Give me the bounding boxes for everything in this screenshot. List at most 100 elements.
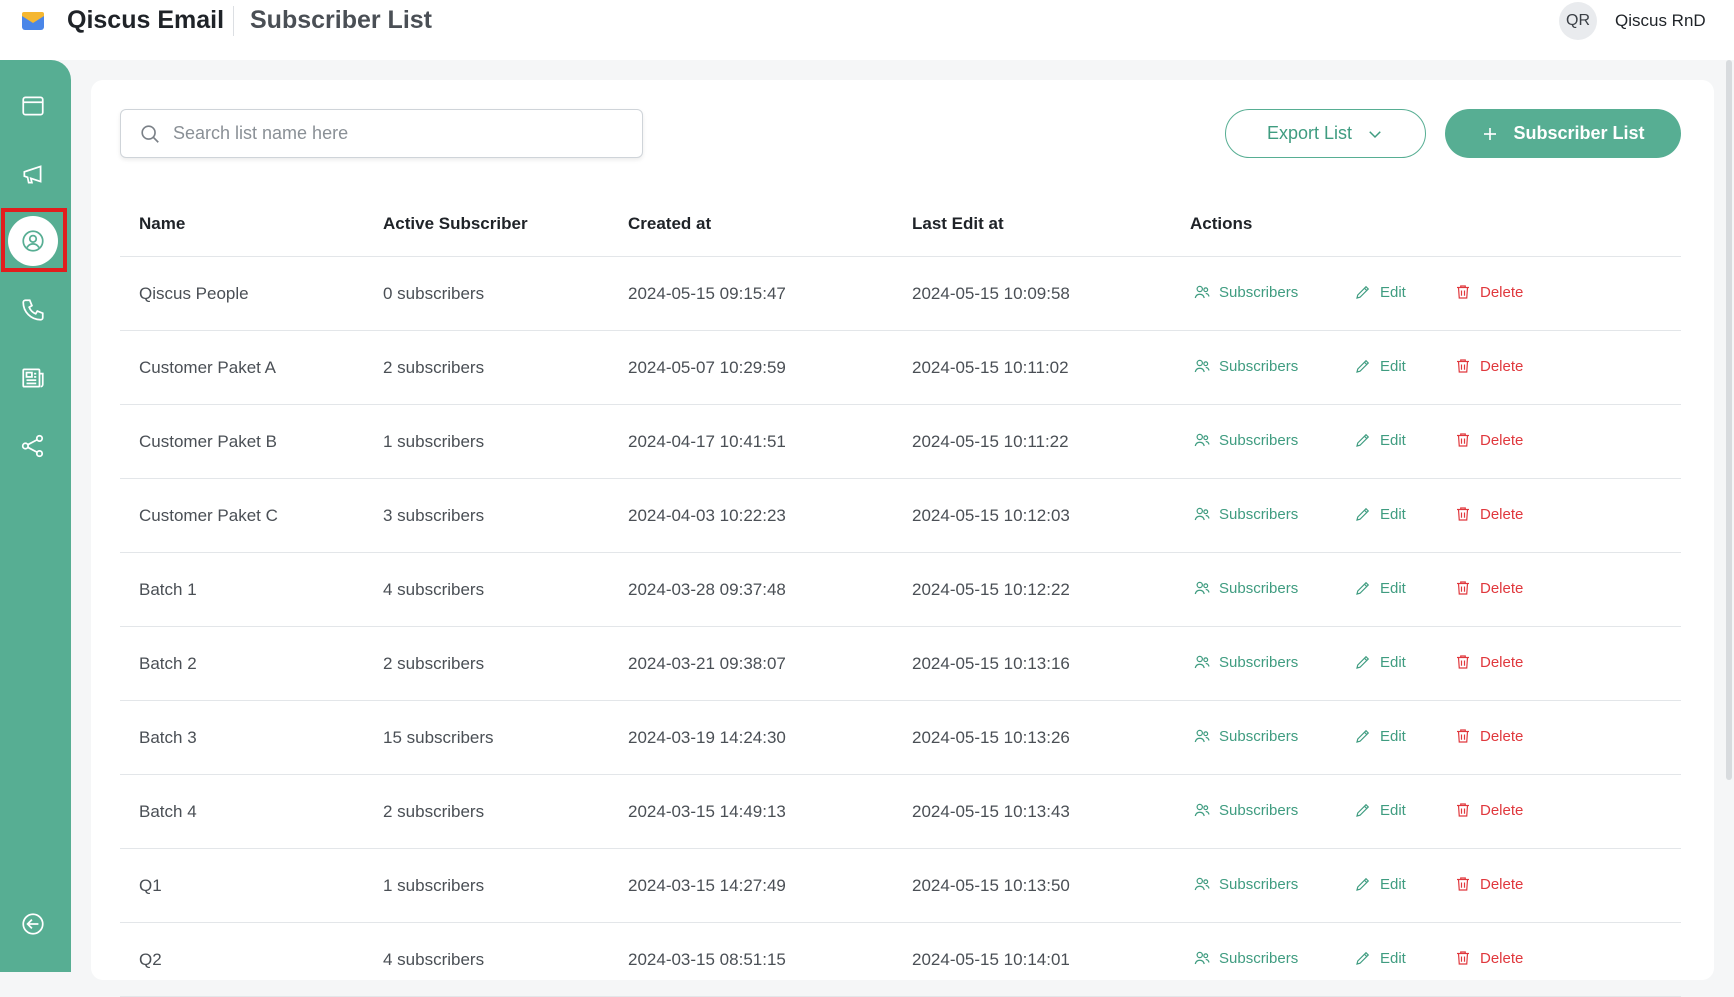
delete-action-button[interactable]: Delete xyxy=(1454,431,1523,449)
app-title: Qiscus Email xyxy=(67,6,225,34)
delete-action-button[interactable]: Delete xyxy=(1454,727,1523,745)
cell-last-edit-at: 2024-05-15 10:14:01 xyxy=(912,950,1070,969)
search-box[interactable] xyxy=(120,109,643,158)
sidebar-item-subscribers[interactable] xyxy=(8,216,58,266)
edit-action-label: Edit xyxy=(1380,283,1406,301)
subscribers-action-label: Subscribers xyxy=(1219,357,1299,375)
subscribers-action-label: Subscribers xyxy=(1219,875,1299,893)
subscribers-action-button[interactable]: Subscribers xyxy=(1193,431,1298,449)
sidebar-item-phone[interactable] xyxy=(10,287,56,333)
table-row: Batch 1 4 subscribers 2024-03-28 09:37:4… xyxy=(120,553,1681,627)
delete-action-button[interactable]: Delete xyxy=(1454,357,1523,375)
cell-name: Customer Paket C xyxy=(139,506,278,525)
cell-active-subscriber: 2 subscribers xyxy=(383,802,485,821)
edit-action-label: Edit xyxy=(1380,727,1406,745)
subscribers-action-button[interactable]: Subscribers xyxy=(1193,801,1298,819)
cell-created-at: 2024-03-15 14:49:13 xyxy=(628,802,786,821)
users-icon xyxy=(1194,729,1210,743)
user-name[interactable]: Qiscus RnD xyxy=(1615,11,1706,31)
delete-action-button[interactable]: Delete xyxy=(1454,579,1523,597)
edit-action-button[interactable]: Edit xyxy=(1354,283,1406,301)
subscribers-action-label: Subscribers xyxy=(1219,283,1299,301)
collapse-sidebar-button[interactable] xyxy=(10,901,56,947)
edit-action-button[interactable]: Edit xyxy=(1354,653,1406,671)
delete-action-button[interactable]: Delete xyxy=(1454,801,1523,819)
plus-icon xyxy=(1484,127,1497,140)
sidebar-item-campaign[interactable] xyxy=(10,151,56,197)
pencil-icon xyxy=(1356,581,1370,595)
edit-action-label: Edit xyxy=(1380,431,1406,449)
delete-action-button[interactable]: Delete xyxy=(1454,949,1523,967)
pencil-icon xyxy=(1356,729,1370,743)
edit-action-button[interactable]: Edit xyxy=(1354,875,1406,893)
avatar[interactable]: QR xyxy=(1559,2,1597,40)
cell-name: Batch 3 xyxy=(139,728,197,747)
add-subscriber-list-button[interactable]: Subscriber List xyxy=(1445,109,1681,158)
subscribers-action-button[interactable]: Subscribers xyxy=(1193,653,1298,671)
cell-last-edit-at: 2024-05-15 10:13:43 xyxy=(912,802,1070,821)
cell-last-edit-at: 2024-05-15 10:12:22 xyxy=(912,580,1070,599)
users-icon xyxy=(1194,803,1210,817)
subscribers-action-button[interactable]: Subscribers xyxy=(1193,727,1298,745)
edit-action-label: Edit xyxy=(1380,357,1406,375)
cell-active-subscriber: 1 subscribers xyxy=(383,432,485,451)
table-row: Batch 2 2 subscribers 2024-03-21 09:38:0… xyxy=(120,627,1681,701)
sidebar xyxy=(0,60,71,972)
cell-created-at: 2024-03-15 14:27:49 xyxy=(628,876,786,895)
trash-icon xyxy=(1457,581,1469,595)
page-scrollbar[interactable] xyxy=(1726,60,1732,780)
subscribers-action-label: Subscribers xyxy=(1219,801,1299,819)
search-icon xyxy=(141,125,159,143)
sidebar-item-integrations[interactable] xyxy=(10,423,56,469)
cell-last-edit-at: 2024-05-15 10:13:50 xyxy=(912,876,1070,895)
cell-created-at: 2024-03-19 14:24:30 xyxy=(628,728,786,747)
export-list-button[interactable]: Export List xyxy=(1225,109,1426,158)
cell-last-edit-at: 2024-05-15 10:13:16 xyxy=(912,654,1070,673)
users-icon xyxy=(1194,433,1210,447)
trash-icon xyxy=(1457,803,1469,817)
delete-action-button[interactable]: Delete xyxy=(1454,505,1523,523)
subscribers-action-button[interactable]: Subscribers xyxy=(1193,579,1298,597)
cell-active-subscriber: 15 subscribers xyxy=(383,728,494,747)
edit-action-label: Edit xyxy=(1380,579,1406,597)
edit-action-label: Edit xyxy=(1380,505,1406,523)
table-row: Q1 1 subscribers 2024-03-15 14:27:49 202… xyxy=(120,849,1681,923)
cell-active-subscriber: 2 subscribers xyxy=(383,358,485,377)
subscribers-action-button[interactable]: Subscribers xyxy=(1193,505,1298,523)
delete-action-button[interactable]: Delete xyxy=(1454,283,1523,301)
edit-action-button[interactable]: Edit xyxy=(1354,579,1406,597)
edit-action-button[interactable]: Edit xyxy=(1354,949,1406,967)
cell-created-at: 2024-05-07 10:29:59 xyxy=(628,358,786,377)
edit-action-button[interactable]: Edit xyxy=(1354,505,1406,523)
edit-action-button[interactable]: Edit xyxy=(1354,357,1406,375)
subscribers-action-button[interactable]: Subscribers xyxy=(1193,357,1298,375)
cell-created-at: 2024-04-17 10:41:51 xyxy=(628,432,786,451)
cell-last-edit-at: 2024-05-15 10:11:02 xyxy=(912,358,1069,377)
search-input[interactable] xyxy=(173,110,633,157)
trash-icon xyxy=(1457,877,1469,891)
pencil-icon xyxy=(1356,359,1370,373)
subscribers-action-label: Subscribers xyxy=(1219,505,1299,523)
sidebar-item-reports[interactable] xyxy=(10,355,56,401)
cell-active-subscriber: 0 subscribers xyxy=(383,284,485,303)
subscribers-action-button[interactable]: Subscribers xyxy=(1193,283,1298,301)
delete-action-button[interactable]: Delete xyxy=(1454,653,1523,671)
delete-action-label: Delete xyxy=(1480,431,1524,449)
users-icon xyxy=(1194,951,1210,965)
cell-active-subscriber: 1 subscribers xyxy=(383,876,485,895)
delete-action-label: Delete xyxy=(1480,949,1524,967)
trash-icon xyxy=(1457,359,1469,373)
cell-active-subscriber: 3 subscribers xyxy=(383,506,485,525)
trash-icon xyxy=(1457,285,1469,299)
delete-action-button[interactable]: Delete xyxy=(1454,875,1523,893)
edit-action-button[interactable]: Edit xyxy=(1354,727,1406,745)
subscribers-action-button[interactable]: Subscribers xyxy=(1193,949,1298,967)
sidebar-item-dashboard[interactable] xyxy=(10,83,56,129)
delete-action-label: Delete xyxy=(1480,875,1524,893)
pencil-icon xyxy=(1356,507,1370,521)
edit-action-button[interactable]: Edit xyxy=(1354,431,1406,449)
edit-action-button[interactable]: Edit xyxy=(1354,801,1406,819)
table-row: Qiscus People 0 subscribers 2024-05-15 0… xyxy=(120,257,1681,331)
subscribers-action-button[interactable]: Subscribers xyxy=(1193,875,1298,893)
pencil-icon xyxy=(1356,951,1370,965)
